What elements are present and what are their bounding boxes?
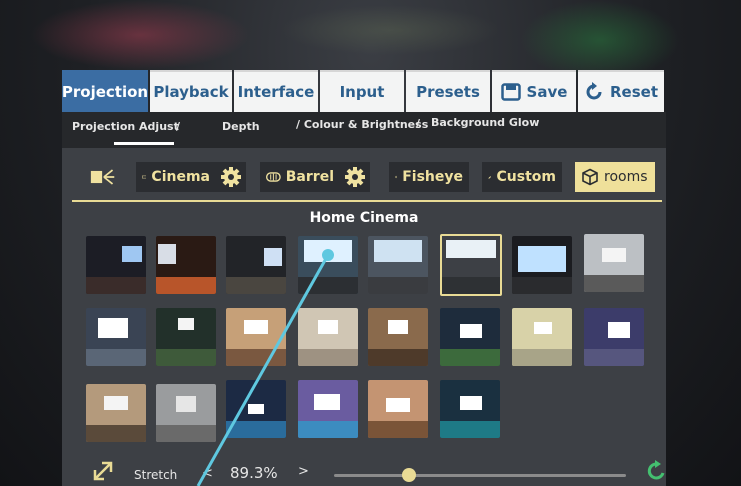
reset-button[interactable]: Reset bbox=[578, 70, 664, 112]
subtab-colour-brightness[interactable]: / Colour & Brightness bbox=[296, 118, 428, 131]
background-glow-center bbox=[280, 5, 500, 55]
barrel-mode-button[interactable]: Barrel bbox=[260, 162, 340, 192]
fisheye-mode-button[interactable]: Fisheye bbox=[389, 162, 469, 192]
stretch-decrease-button[interactable]: < bbox=[202, 466, 213, 481]
room-thumbnail[interactable] bbox=[368, 308, 428, 366]
content-area: Cinema Barrel Fisheye Custom rooms Home … bbox=[62, 148, 666, 486]
save-icon bbox=[500, 83, 521, 101]
save-label: Save bbox=[526, 83, 568, 101]
stretch-value: 89.3% bbox=[230, 464, 278, 482]
rooms-mode-button[interactable]: rooms bbox=[575, 162, 655, 192]
tab-playback-label: Playback bbox=[153, 83, 229, 101]
room-thumbnail-selected[interactable] bbox=[440, 234, 502, 296]
tab-input[interactable]: Input bbox=[320, 70, 404, 112]
tab-presets[interactable]: Presets bbox=[406, 70, 490, 112]
stretch-control: Stretch < 89.3% > bbox=[62, 456, 666, 486]
room-thumbnail[interactable] bbox=[226, 380, 286, 438]
rooms-label: rooms bbox=[604, 169, 648, 185]
tab-projection[interactable]: Projection bbox=[62, 70, 148, 112]
stretch-increase-button[interactable]: > bbox=[298, 464, 309, 479]
subtab-projection-adjust[interactable]: Projection Adjust bbox=[72, 120, 179, 133]
cinema-mode-button[interactable]: Cinema bbox=[136, 162, 216, 192]
room-thumbnail[interactable] bbox=[368, 380, 428, 438]
sub-tab-bar: Projection Adjust / Depth / Colour & Bri… bbox=[62, 112, 666, 148]
stretch-arrow-icon bbox=[93, 461, 113, 481]
room-thumbnail[interactable] bbox=[440, 308, 500, 366]
custom-mode-button[interactable]: Custom bbox=[482, 162, 562, 192]
room-thumbnail[interactable] bbox=[368, 236, 428, 294]
barrel-settings-gear-icon[interactable] bbox=[340, 162, 370, 192]
subtab-separator: / bbox=[416, 117, 421, 130]
room-thumbnail[interactable] bbox=[226, 236, 286, 294]
save-button[interactable]: Save bbox=[492, 70, 576, 112]
barrel-label: Barrel bbox=[285, 169, 334, 185]
tab-input-label: Input bbox=[339, 83, 385, 101]
subtab-depth[interactable]: Depth bbox=[222, 120, 260, 133]
barrel-icon bbox=[266, 172, 281, 182]
stretch-label: Stretch bbox=[134, 468, 178, 482]
background-glow-red bbox=[30, 0, 250, 70]
stretch-slider-handle[interactable] bbox=[402, 468, 416, 482]
room-thumbnail[interactable] bbox=[86, 308, 146, 366]
room-thumbnail[interactable] bbox=[226, 308, 286, 366]
divider-line bbox=[72, 200, 662, 202]
cube-icon bbox=[582, 168, 598, 186]
top-tab-bar: Projection Playback Interface Input Pres… bbox=[62, 70, 666, 112]
stretch-slider-track[interactable] bbox=[334, 474, 626, 477]
tab-interface-label: Interface bbox=[237, 83, 315, 101]
room-thumbnail[interactable] bbox=[156, 236, 216, 294]
projection-mode-bar: Cinema Barrel Fisheye Custom rooms bbox=[84, 162, 664, 194]
background-glow-green bbox=[520, 0, 680, 80]
subtab-background-glow[interactable]: Background Glow bbox=[431, 116, 539, 129]
reset-label: Reset bbox=[610, 83, 658, 101]
active-subtab-indicator bbox=[114, 142, 174, 145]
room-thumbnail[interactable] bbox=[86, 236, 146, 294]
pencil-icon bbox=[488, 175, 492, 179]
room-thumbnail[interactable] bbox=[298, 236, 358, 294]
tab-presets-label: Presets bbox=[416, 83, 480, 101]
room-thumbnail[interactable] bbox=[584, 308, 644, 366]
room-thumbnail[interactable] bbox=[512, 308, 572, 366]
cinema-settings-gear-icon[interactable] bbox=[216, 162, 246, 192]
custom-label: Custom bbox=[496, 169, 556, 185]
room-thumbnail[interactable] bbox=[298, 380, 358, 438]
settings-panel: Projection Playback Interface Input Pres… bbox=[62, 70, 666, 486]
fisheye-icon bbox=[395, 175, 398, 179]
room-thumbnail[interactable] bbox=[512, 236, 572, 294]
section-title: Home Cinema bbox=[309, 210, 419, 226]
room-thumbnail[interactable] bbox=[156, 308, 216, 366]
room-thumbnail[interactable] bbox=[298, 308, 358, 366]
fisheye-label: Fisheye bbox=[402, 169, 463, 185]
tab-projection-label: Projection bbox=[61, 83, 149, 101]
projector-icon[interactable] bbox=[84, 162, 122, 192]
room-thumbnail[interactable] bbox=[156, 384, 216, 442]
tab-playback[interactable]: Playback bbox=[150, 70, 232, 112]
reset-stretch-icon[interactable] bbox=[646, 460, 668, 482]
room-thumbnail[interactable] bbox=[86, 384, 146, 442]
room-thumbnail[interactable] bbox=[440, 380, 500, 438]
room-thumbnail[interactable] bbox=[584, 234, 644, 292]
subtab-separator: / bbox=[176, 120, 181, 133]
tab-interface[interactable]: Interface bbox=[234, 70, 318, 112]
cinema-screen-icon bbox=[142, 175, 147, 179]
reset-icon bbox=[586, 82, 602, 100]
cinema-label: Cinema bbox=[151, 169, 210, 185]
